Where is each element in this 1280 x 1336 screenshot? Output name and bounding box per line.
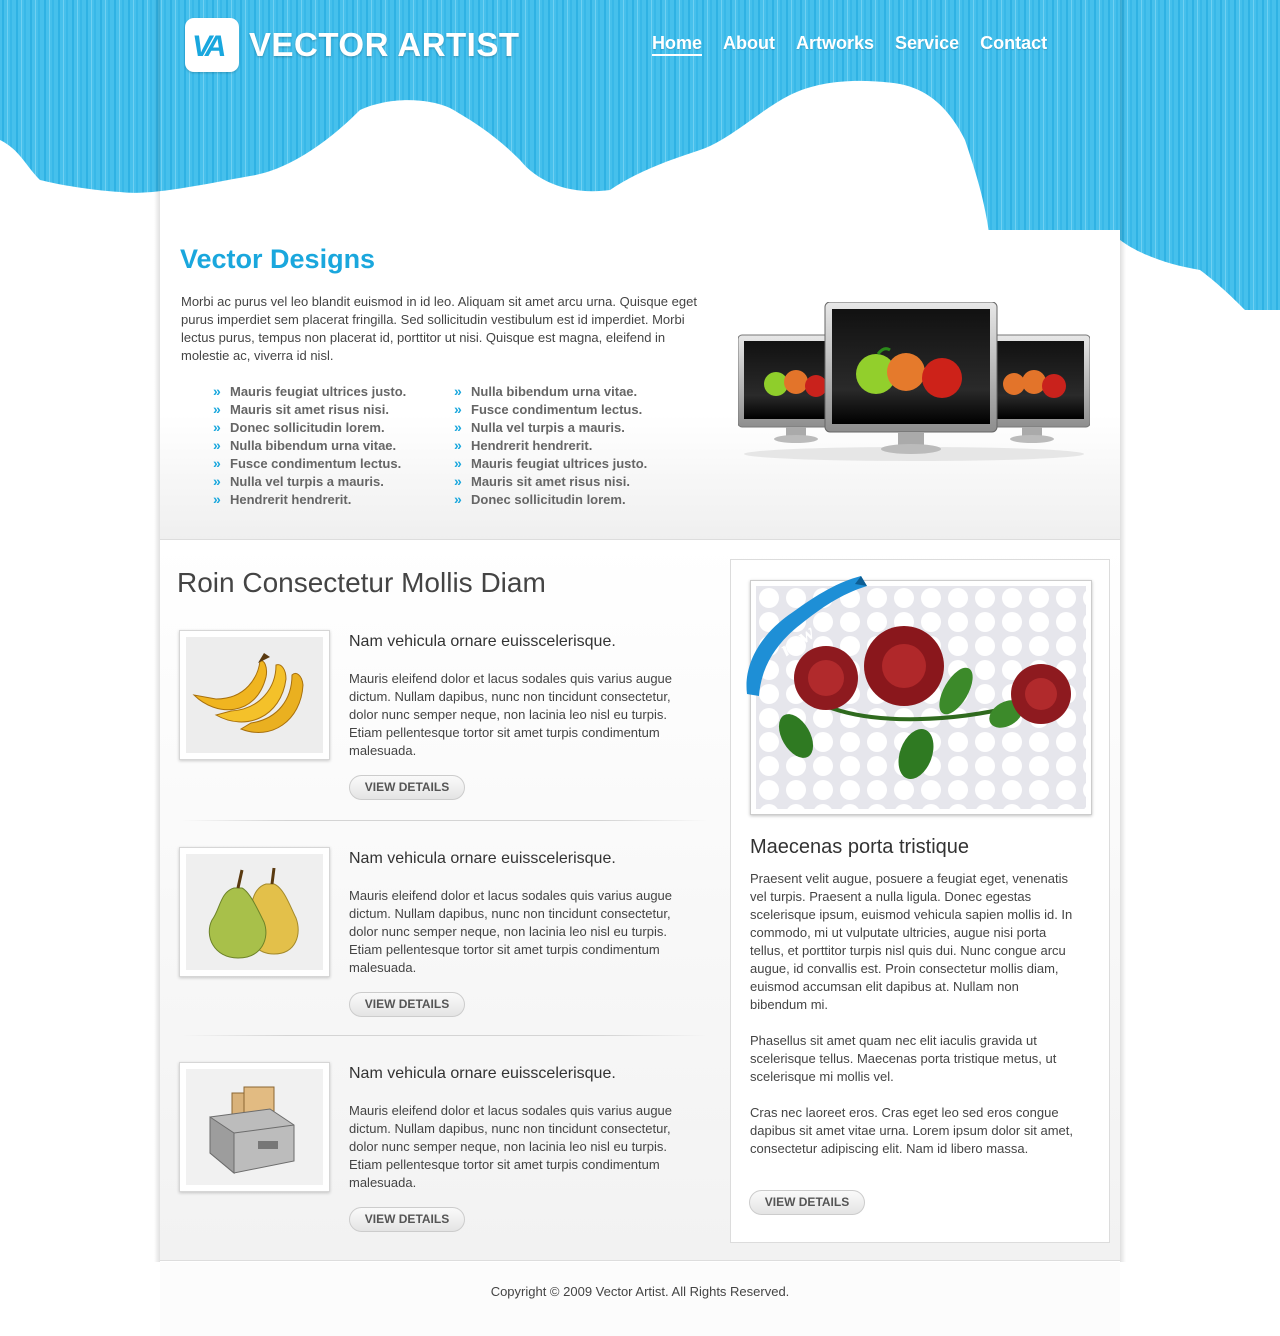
nav-contact[interactable]: Contact [980,33,1047,56]
nav-home[interactable]: Home [652,33,703,56]
divider [182,820,707,821]
bananas-icon [186,637,323,753]
list-item: Hendrerit hendrerit. [454,436,647,455]
list-item: Fusce condimentum lectus. [454,400,647,419]
list-item: Nulla bibendum urna vitae. [213,436,406,455]
sidebar-title: Maecenas porta tristique [750,836,970,858]
logo-text: VECTOR ARTIST [249,26,520,63]
sidebar-paragraph: Praesent velit augue, posuere a feugiat … [750,871,1073,1012]
view-details-button[interactable]: VIEW DETAILS [749,1190,865,1215]
product-text: Mauris eleifend dolor et lacus sodales q… [349,1103,673,1190]
product-card: Nam vehicula ornare euisscelerisque. Mau… [179,847,707,1037]
nav-artworks[interactable]: Artworks [796,33,874,56]
list-item: Donec sollicitudin lorem. [454,490,647,509]
product-thumbnail[interactable] [179,1062,330,1192]
list-item: Nulla bibendum urna vitae. [454,382,647,401]
page-shadow-right [1120,0,1126,1262]
nav-about[interactable]: About [723,33,775,56]
intro-title: Vector Designs [180,244,376,274]
product-title: Nam vehicula ornare euisscelerisque. [349,1065,616,1082]
view-details-button[interactable]: VIEW DETAILS [349,775,465,800]
section-title: Roin Consectetur Mollis Diam [177,567,546,598]
product-thumbnail[interactable] [179,630,330,760]
list-item: Nulla vel turpis a mauris. [213,472,406,491]
list-item: Fusce condimentum lectus. [213,454,406,473]
product-card: Nam vehicula ornare euisscelerisque. Mau… [179,1062,707,1252]
main-nav: Home About Artworks Service Contact [652,33,1068,56]
footer: Copyright © 2009 Vector Artist. All Righ… [160,1262,1120,1336]
sidebar-paragraph: Cras nec laoreet eros. Cras eget leo sed… [750,1105,1073,1156]
view-details-button[interactable]: VIEW DETAILS [349,992,465,1017]
pears-icon [186,854,323,970]
intro-text: Morbi ac purus vel leo blandit euismod i… [181,294,697,363]
sidebar-paragraph: Phasellus sit amet quam nec elit iaculis… [750,1033,1057,1084]
copyright-text: Copyright © 2009 Vector Artist. All Righ… [490,1284,790,1299]
list-item: Mauris sit amet risus nisi. [213,400,406,419]
new-ribbon: new [743,572,868,697]
product-title: Nam vehicula ornare euisscelerisque. [349,633,616,650]
list-item: Donec sollicitudin lorem. [213,418,406,437]
bullet-list-right: Nulla bibendum urna vitae. Fusce condime… [454,382,647,509]
product-card: Nam vehicula ornare euisscelerisque. Mau… [179,630,707,820]
list-item: Hendrerit hendrerit. [213,490,406,509]
list-item: Mauris sit amet risus nisi. [454,472,647,491]
main-section: Roin Consectetur Mollis Diam Nam vehicul… [160,541,1120,1261]
product-text: Mauris eleifend dolor et lacus sodales q… [349,671,673,758]
logo[interactable]: VA VECTOR ARTIST [185,18,520,72]
sidebar: new Maecenas porta tristique Praesent ve… [730,559,1110,1243]
list-item: Mauris feugiat ultrices justo. [454,454,647,473]
bullet-list-left: Mauris feugiat ultrices justo. Mauris si… [213,382,406,509]
toaster-icon [186,1069,323,1185]
view-details-button[interactable]: VIEW DETAILS [349,1207,465,1232]
product-title: Nam vehicula ornare euisscelerisque. [349,850,616,867]
logo-mark: VA [185,18,239,72]
nav-service[interactable]: Service [895,33,959,56]
product-text: Mauris eleifend dolor et lacus sodales q… [349,888,673,975]
monitors-with-apples-icon [737,301,1091,464]
list-item: Nulla vel turpis a mauris. [454,418,647,437]
divider [182,1035,707,1036]
list-item: Mauris feugiat ultrices justo. [213,382,406,401]
product-thumbnail[interactable] [179,847,330,977]
intro-section: Vector Designs Morbi ac purus vel leo bl… [160,230,1120,540]
